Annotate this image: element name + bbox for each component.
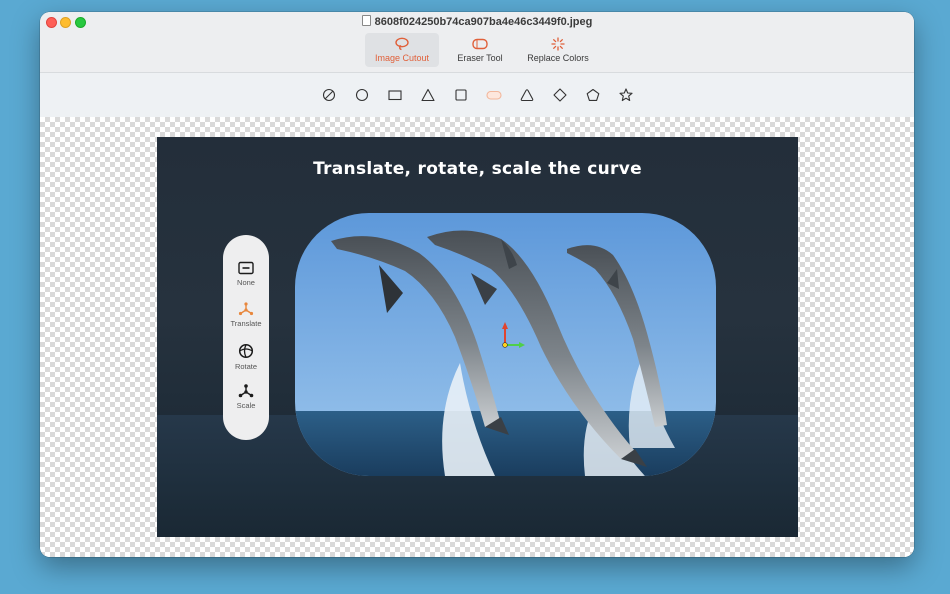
eraser-tool-label: Eraser Tool (457, 53, 503, 63)
rounded-rectangle-shape-button[interactable] (485, 87, 502, 103)
rectangle-icon (387, 90, 402, 101)
shape-toolbar (40, 72, 914, 118)
rotate-tool-button[interactable]: Rotate (235, 343, 257, 384)
square-shape-button[interactable] (453, 87, 469, 103)
star-icon (618, 88, 633, 102)
diamond-shape-button[interactable] (552, 87, 568, 103)
rectangle-shape-button[interactable] (387, 87, 403, 103)
window-title: 8608f024250b74ca907ba4e46c3449f0.jpeg (40, 15, 914, 28)
none-tool-icon (238, 261, 254, 275)
canvas-area[interactable]: Translate, rotate, scale the curve None … (40, 117, 914, 557)
app-window: 8608f024250b74ca907ba4e46c3449f0.jpeg Im… (40, 12, 914, 557)
no-shape-icon (322, 88, 335, 102)
sparkle-icon (551, 37, 565, 51)
rounded-triangle-icon (520, 89, 533, 102)
scale-tool-label: Scale (236, 401, 256, 410)
scale-tool-button[interactable]: Scale (236, 384, 256, 425)
rounded-rectangle-icon (485, 90, 502, 100)
window-title-text: 8608f024250b74ca907ba4e46c3449f0.jpeg (374, 16, 593, 28)
translate-icon (238, 302, 254, 316)
triangle-shape-button[interactable] (420, 87, 436, 103)
replace-colors-button[interactable]: Replace Colors (521, 33, 595, 67)
replace-colors-label: Replace Colors (527, 53, 589, 63)
transform-tools-panel: None Translate Rotate Scale (223, 235, 269, 440)
circle-shape-button[interactable] (354, 87, 370, 103)
image-cutout-button[interactable]: Image Cutout (365, 33, 439, 67)
triangle-icon (420, 88, 435, 102)
square-icon (454, 89, 467, 101)
scale-icon (238, 384, 254, 398)
dolphin-photo-cutout[interactable] (295, 213, 716, 476)
titlebar: 8608f024250b74ca907ba4e46c3449f0.jpeg Im… (40, 12, 914, 72)
circle-icon (355, 88, 368, 102)
translate-tool-label: Translate (230, 319, 262, 328)
pentagon-icon (586, 88, 599, 101)
rounded-triangle-shape-button[interactable] (519, 87, 535, 103)
pentagon-shape-button[interactable] (585, 87, 601, 103)
translate-tool-button[interactable]: Translate (231, 302, 262, 343)
no-shape-button[interactable] (321, 87, 337, 103)
artboard[interactable]: Translate, rotate, scale the curve None … (157, 137, 798, 537)
diamond-icon (552, 88, 567, 102)
none-tool-label: None (237, 278, 255, 287)
image-cutout-label: Image Cutout (374, 53, 430, 63)
star-shape-button[interactable] (618, 87, 634, 103)
eraser-icon (472, 38, 488, 50)
rotate-icon (238, 343, 254, 359)
eraser-tool-button[interactable]: Eraser Tool (443, 33, 517, 67)
lasso-icon (395, 37, 409, 51)
none-tool-button[interactable]: None (237, 261, 255, 302)
canvas-title: Translate, rotate, scale the curve (313, 159, 642, 179)
rotate-tool-label: Rotate (234, 362, 258, 371)
mode-toolbar: Image Cutout Eraser Tool Replace Colors (365, 33, 595, 67)
document-icon (361, 15, 371, 26)
